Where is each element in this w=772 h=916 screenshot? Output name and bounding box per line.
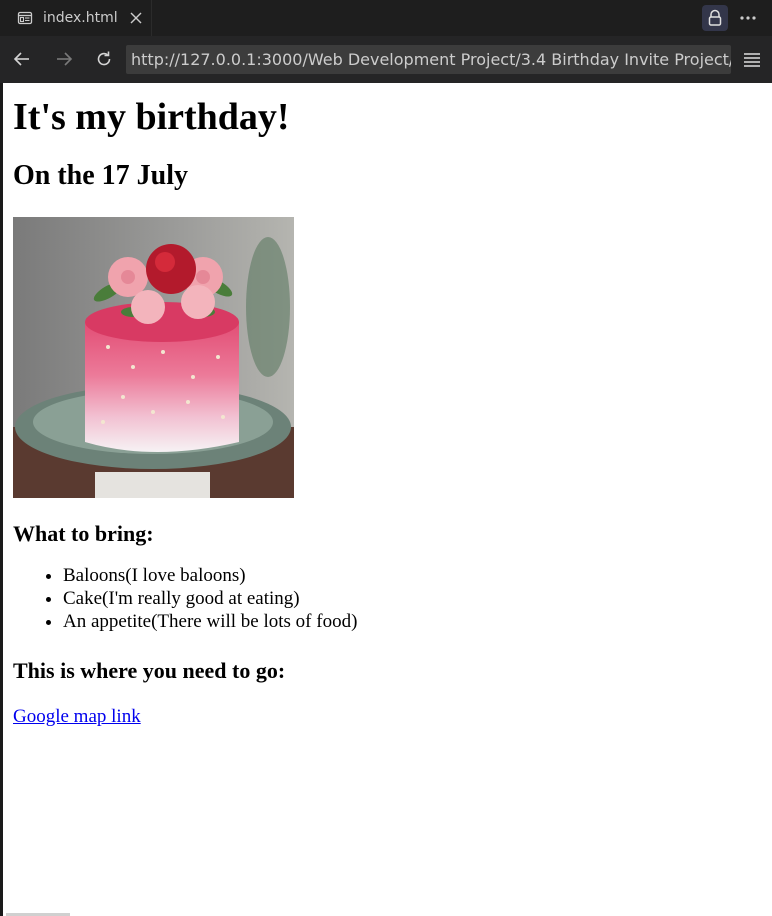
list-item: An appetite(There will be lots of food) [63,610,763,633]
reload-icon[interactable] [93,48,115,70]
google-map-link[interactable]: Google map link [13,705,141,729]
menu-icon[interactable] [740,48,764,70]
cake-image [13,217,294,498]
close-icon[interactable] [128,10,144,26]
page-title: It's my birthday! [13,96,290,138]
tab-bar: index.html [0,0,772,36]
bring-list: Baloons(I love baloons) Cake(I'm really … [13,564,763,633]
lock-icon[interactable] [702,5,728,31]
bring-heading: What to bring: [13,521,154,546]
forward-arrow-icon[interactable] [53,48,75,70]
tab-index-html[interactable]: index.html [0,0,152,36]
more-actions-icon[interactable] [738,8,758,28]
location-heading: This is where you need to go: [13,658,286,683]
navigation-bar: http://127.0.0.1:3000/Web Development Pr… [0,36,772,83]
date-heading: On the 17 July [13,160,189,191]
back-arrow-icon[interactable] [11,48,33,70]
viewport-edge [0,83,3,916]
page-viewport: It's my birthday! On the 17 July What to… [0,83,772,916]
page-body: It's my birthday! On the 17 July What to… [13,83,763,729]
list-item: Baloons(I love baloons) [63,564,763,587]
url-input[interactable]: http://127.0.0.1:3000/Web Development Pr… [126,45,731,74]
preview-icon [16,9,34,27]
list-item: Cake(I'm really good at eating) [63,587,763,610]
tab-title: index.html [43,10,118,26]
